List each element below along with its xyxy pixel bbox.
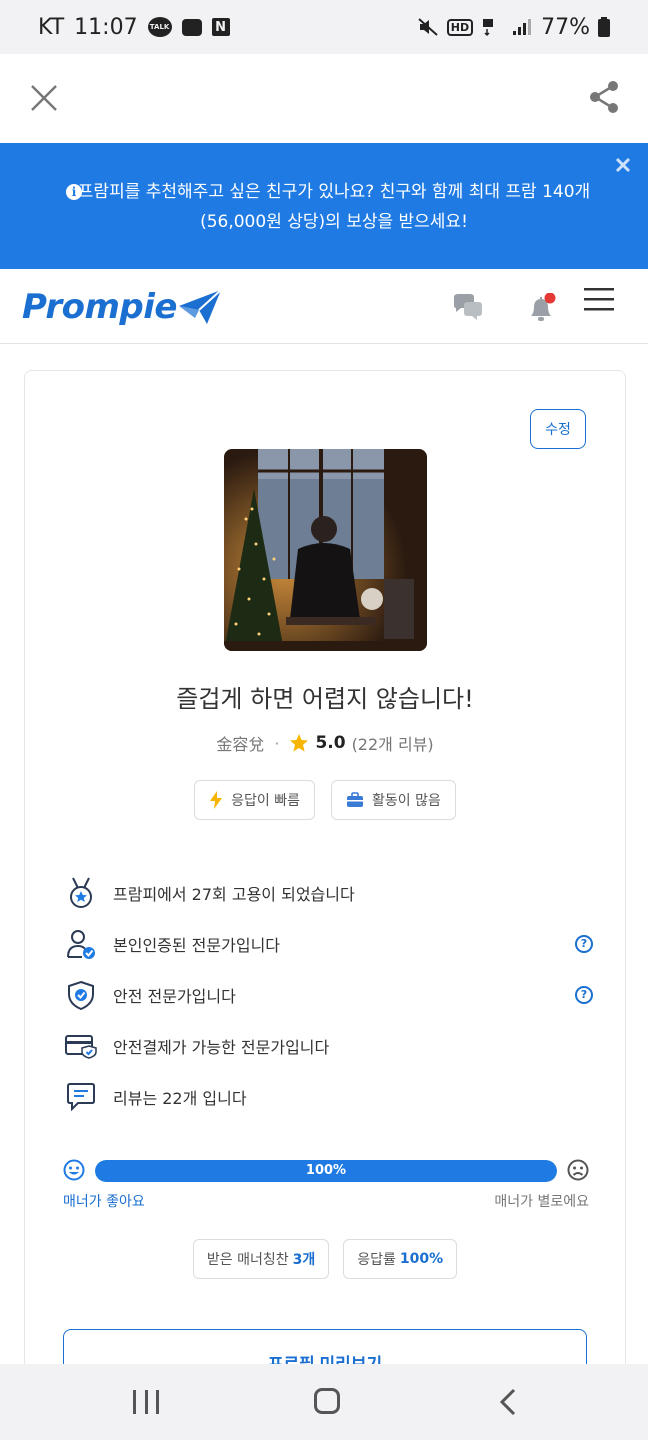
feature-safe-expert: 안전 전문가입니다 ? [65,969,593,1020]
tag-active: 활동이 많음 [331,780,456,820]
stat-value: 3개 [292,1252,316,1268]
smile-icon [63,1159,85,1181]
review-count[interactable]: (22개 리뷰) [352,731,434,755]
top-nav [0,54,648,143]
help-glyph: ? [580,937,588,950]
feature-safe-payment: 안전결제가 가능한 전문가입니다 [65,1020,593,1071]
briefcase-icon [347,792,363,807]
manner-bar: 100% [95,1160,557,1182]
kakaotalk-label: TALK [149,23,170,31]
edit-button[interactable]: 수정 [530,409,586,449]
feature-text: 리뷰는 22개 입니다 [113,1088,247,1108]
mute-icon [418,18,438,36]
rating-value: 5.0 [315,733,346,753]
manner-meter: 100% 매너가 좋아요 매너가 별로에요 [63,1159,589,1219]
tag-label: 활동이 많음 [372,793,441,809]
carrier-label: KT [38,14,65,40]
profile-card: 수정 즐겁게 하면 어렵지 않습니다! 金容兌 · 5.0 (22개 리뷰) 응… [24,370,626,1430]
hamburger-menu-icon[interactable] [583,287,615,311]
shield-check-icon [65,979,97,1011]
star-icon [290,734,309,752]
message-icon [181,18,202,36]
feature-verified: 본인인증된 전문가입니다 ? [65,918,593,969]
banner-text: 프람피를 추천해주고 싶은 친구가 있나요? 친구와 함께 최대 프람 140개… [77,182,591,232]
stat-response-rate: 응답률 100% [343,1239,458,1279]
status-bar: KT 11:07 TALK N HD 77% [0,0,648,54]
help-glyph: ? [580,988,588,1001]
stat-label: 응답률 [357,1252,396,1268]
paper-plane-icon [178,289,222,324]
stats-row: 받은 매너칭찬 3개 응답률 100% [25,1239,625,1279]
expert-name[interactable]: 金容兌 [216,731,264,755]
status-right: HD 77% [417,15,610,40]
feature-reviews: 리뷰는 22개 입니다 [65,1071,593,1122]
feature-text: 안전결제가 가능한 전문가입니다 [113,1037,330,1057]
card-shield-icon [65,1030,97,1062]
feature-hires: 프람피에서 27회 고용이 되었습니다 [65,867,593,918]
system-nav-bar [0,1364,648,1440]
prompie-logo[interactable]: Prompie [22,285,223,329]
kakaotalk-icon: TALK [147,17,172,37]
site-header: Prompie [0,269,648,344]
chat-review-icon [65,1081,97,1113]
stat-manner-praise: 받은 매너칭찬 3개 [192,1239,330,1279]
profile-meta: 金容兌 · 5.0 (22개 리뷰) [25,731,625,755]
manner-percent: 100% [305,1163,347,1178]
chat-icon[interactable] [452,293,484,321]
close-icon[interactable] [28,82,60,114]
help-icon[interactable]: ? [575,935,593,953]
medal-icon [65,877,97,909]
naver-label: N [215,19,227,35]
verified-user-icon [65,928,97,960]
badge-tags: 응답이 빠름 활동이 많음 [25,780,625,820]
share-icon[interactable] [588,80,620,114]
stat-label: 받은 매너칭찬 [206,1252,289,1268]
help-icon[interactable]: ? [575,986,593,1004]
lightning-icon [210,791,223,809]
stat-value: 100% [399,1251,444,1267]
sad-face-icon [567,1159,589,1181]
hd-icon: HD [446,18,474,36]
clock: 11:07 [74,14,138,40]
signal-5g-icon [483,19,494,37]
feature-list: 프람피에서 27회 고용이 되었습니다 본인인증된 전문가입니다 ? 안전 전문… [65,867,593,1122]
separator-dot: · [274,733,280,753]
recents-icon[interactable] [133,1390,159,1414]
battery-percent: 77% [541,14,590,40]
feature-text: 프람피에서 27회 고용이 되었습니다 [113,884,355,904]
tag-fast-response: 응답이 빠름 [194,780,315,820]
referral-banner[interactable]: i 프람피를 추천해주고 싶은 친구가 있나요? 친구와 함께 최대 프람 14… [0,143,648,269]
manner-good-label: 매너가 좋아요 [63,1194,145,1210]
tag-label: 응답이 빠름 [231,793,300,809]
logo-text: Prompie [22,287,177,327]
back-icon[interactable] [498,1388,518,1416]
feature-text: 안전 전문가입니다 [113,986,236,1006]
manner-bad-label: 매너가 별로에요 [494,1194,589,1210]
status-left: KT 11:07 TALK N [38,15,230,40]
profile-headline: 즐겁게 하면 어렵지 않습니다! [176,685,474,713]
feature-text: 본인인증된 전문가입니다 [113,935,281,955]
banner-close-icon[interactable] [614,156,632,174]
home-icon[interactable] [314,1388,340,1414]
bell-icon[interactable] [526,293,556,323]
naver-icon: N [211,18,230,36]
signal-bars-icon [513,19,532,35]
profile-photo [224,449,427,651]
battery-icon [598,17,610,37]
